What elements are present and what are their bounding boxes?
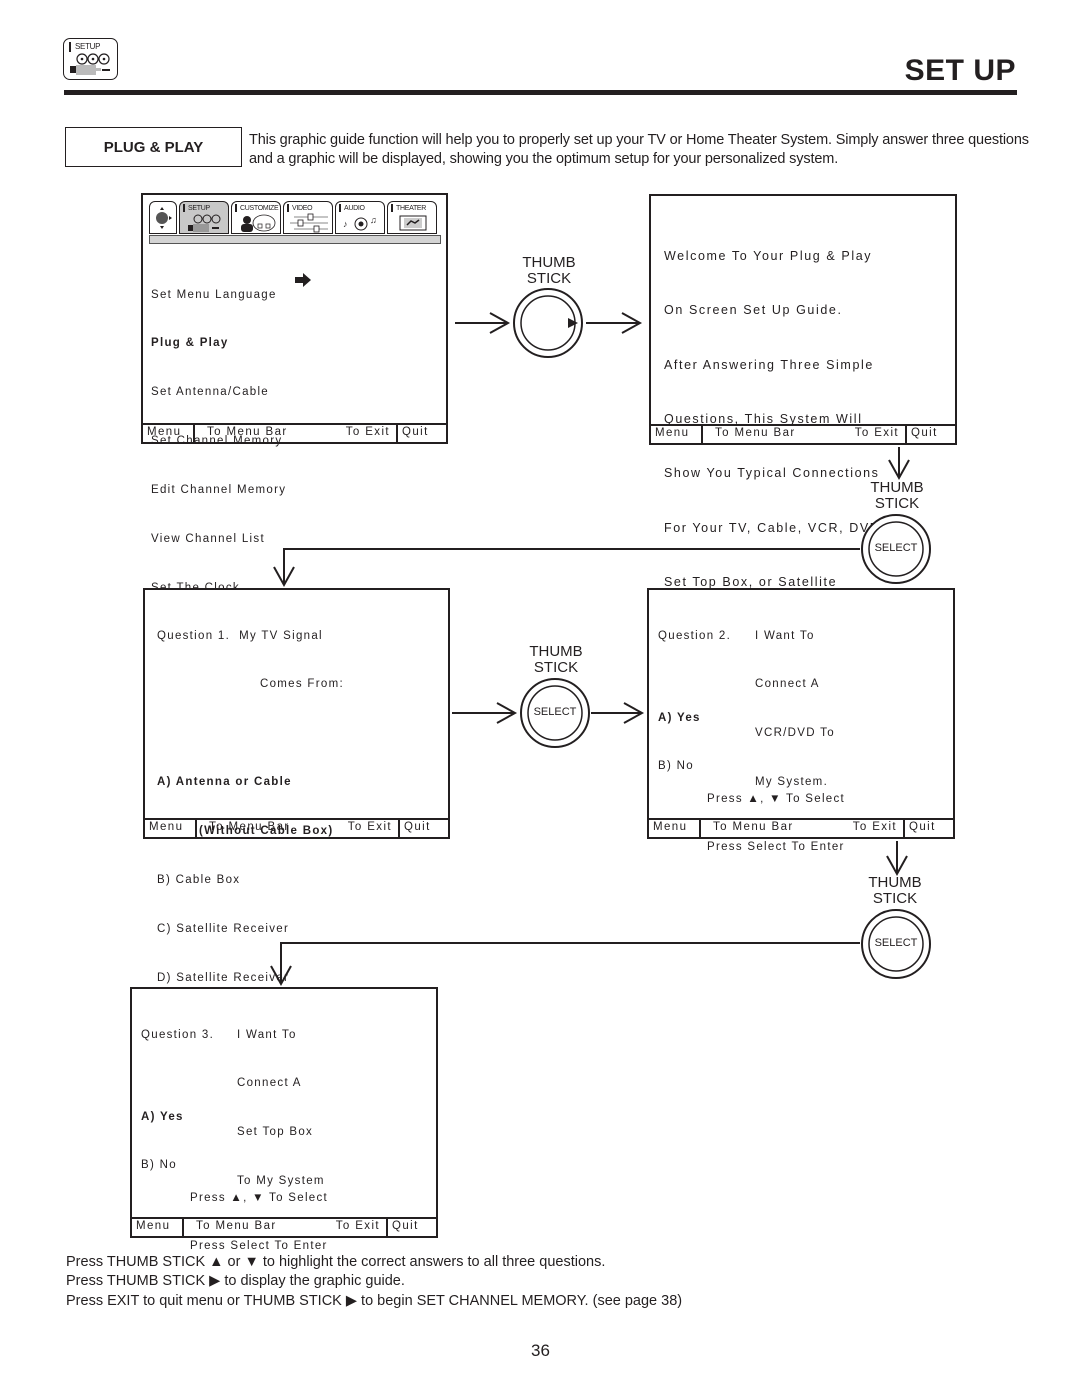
select-label[interactable]: SELECT: [866, 937, 926, 949]
thumb-stick-icon: [513, 288, 583, 358]
thumb-stick-label: THUMB STICK: [529, 643, 583, 676]
page-number: 36: [531, 1341, 550, 1360]
instructions: Press THUMB STICK ▲ or ▼ to highlight th…: [66, 1253, 682, 1311]
instruction-line: Press EXIT to quit menu or THUMB STICK ▶…: [66, 1292, 683, 1309]
instruction-line: Press THUMB STICK ▲ or ▼ to highlight th…: [66, 1254, 606, 1270]
select-label[interactable]: SELECT: [525, 706, 585, 718]
thumb-stick-label: THUMB STICK: [868, 874, 922, 907]
thumb-stick-label: THUMB STICK: [870, 479, 924, 512]
select-label[interactable]: SELECT: [866, 542, 926, 554]
instruction-line: Press THUMB STICK ▶ to display the graph…: [66, 1273, 405, 1290]
flow-connectors: [270, 288, 931, 987]
flow-arrow: [283, 548, 860, 585]
flow-arrow: [280, 942, 860, 984]
thumb-stick-label: THUMB STICK: [522, 254, 576, 287]
